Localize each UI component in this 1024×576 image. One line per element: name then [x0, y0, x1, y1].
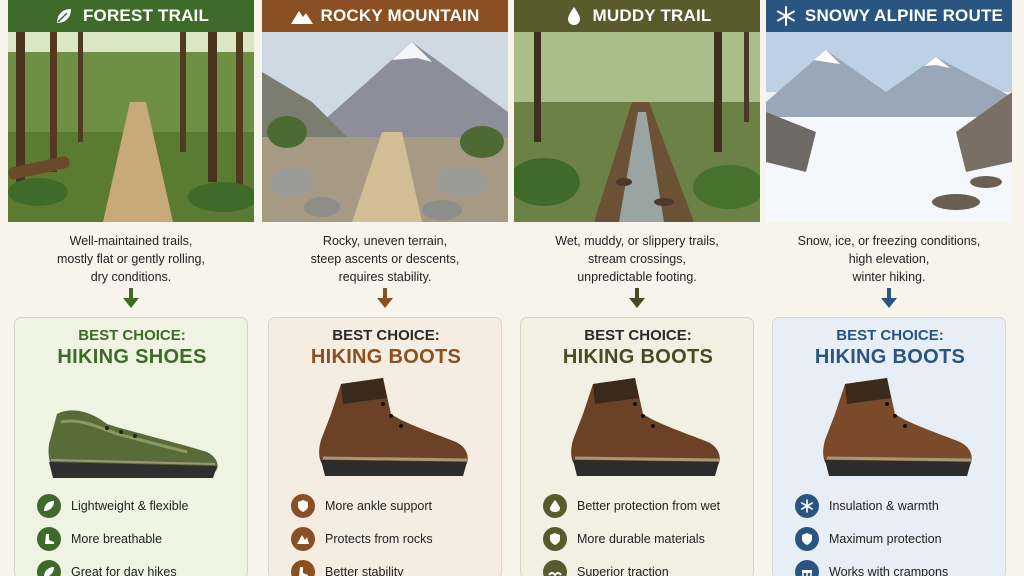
column-forest-trail: FOREST TRAIL Well-maintained trails, mos…: [8, 0, 254, 576]
recommendation-card: BEST CHOICE: HIKING BOOTS More ankle sup…: [268, 317, 502, 576]
description-line: steep ascents or descents,: [310, 252, 460, 266]
snowflake-icon: [795, 494, 819, 518]
feature-item: More durable materials: [543, 527, 705, 551]
description-line: Well-maintained trails,: [69, 234, 193, 248]
boot-icon: [291, 560, 315, 576]
best-choice-label: BEST CHOICE:: [584, 327, 692, 344]
feature-item: Better protection from wet: [543, 494, 720, 518]
forest-trail-photo: [8, 32, 254, 222]
column-rocky-mountain: ROCKY MOUNTAIN Rocky, uneven terrain, st…: [262, 0, 508, 576]
description-line: unpredictable footing.: [577, 270, 697, 284]
muddy-trail-photo: [514, 32, 760, 222]
feature-item: Insulation & warmth: [795, 494, 939, 518]
feature-item: Lightweight & flexible: [37, 494, 188, 518]
feature-label: Better stability: [325, 565, 404, 576]
feature-label: Works with crampons: [829, 565, 949, 576]
traction-icon: [543, 560, 567, 576]
column-muddy-trail: MUDDY TRAIL Wet, muddy, or slippery trai…: [514, 0, 760, 576]
feature-label: More breathable: [71, 532, 163, 546]
feature-item: More breathable: [37, 527, 162, 551]
hiking-boot-image: [319, 378, 468, 476]
feature-item: Better stability: [291, 560, 404, 576]
column-title: FOREST TRAIL: [82, 6, 210, 25]
recommended-footwear: HIKING BOOTS: [562, 346, 714, 368]
description-line: stream crossings,: [588, 252, 686, 266]
recommended-footwear: HIKING SHOES: [57, 346, 207, 368]
header-forest-trail: FOREST TRAIL: [8, 0, 254, 32]
crampon-icon: [795, 560, 819, 576]
feature-item: Great for day hikes: [37, 560, 177, 576]
feature-item: Protects from rocks: [291, 527, 433, 551]
best-choice-label: BEST CHOICE:: [332, 327, 440, 344]
description-line: requires stability.: [338, 270, 432, 284]
feature-label: Maximum protection: [829, 532, 942, 546]
leaf-icon: [37, 560, 61, 576]
snowy-alpine-photo: [766, 32, 1012, 222]
arrow-down-icon: [123, 288, 139, 308]
snowflake-icon: [775, 5, 797, 27]
column-title: ROCKY MOUNTAIN: [320, 6, 480, 25]
recommended-footwear: HIKING BOOTS: [310, 346, 462, 368]
feature-label: Protects from rocks: [325, 532, 433, 546]
hiking-boot-image: [823, 378, 972, 476]
shield-icon: [543, 527, 567, 551]
best-choice-label: BEST CHOICE:: [836, 327, 944, 344]
feature-item: Superior traction: [543, 560, 669, 576]
description-line: Rocky, uneven terrain,: [322, 234, 448, 248]
arrow-down-icon: [377, 288, 393, 308]
description-line: dry conditions.: [90, 270, 172, 284]
leaf-icon: [53, 5, 75, 27]
hiking-boot-image: [571, 378, 720, 476]
terrain-description: Snow, ice, or freezing conditions, high …: [766, 232, 1012, 286]
header-muddy-trail: MUDDY TRAIL: [514, 0, 760, 32]
feature-item: More ankle support: [291, 494, 432, 518]
arrow-down-icon: [881, 288, 897, 308]
description-line: mostly flat or gently rolling,: [57, 252, 205, 266]
terrain-description: Well-maintained trails, mostly flat or g…: [8, 232, 254, 286]
column-snowy-alpine-route: SNOWY ALPINE ROUTE Snow, ice, or freezin…: [766, 0, 1012, 576]
hiking-shoe-image: [48, 410, 218, 478]
feature-item: Works with crampons: [795, 560, 948, 576]
terrain-description: Rocky, uneven terrain, steep ascents or …: [262, 232, 508, 286]
header-snowy-alpine-route: SNOWY ALPINE ROUTE: [766, 0, 1012, 32]
feature-item: Maximum protection: [795, 527, 942, 551]
recommendation-card: BEST CHOICE: HIKING BOOTS Insulation & w…: [772, 317, 1006, 576]
terrain-description: Wet, muddy, or slippery trails, stream c…: [514, 232, 760, 286]
feature-label: Insulation & warmth: [829, 499, 939, 513]
feather-icon: [37, 494, 61, 518]
boot-breathable-icon: [37, 527, 61, 551]
feature-label: Great for day hikes: [71, 565, 177, 576]
droplet-icon: [563, 5, 585, 27]
feature-label: More ankle support: [325, 499, 433, 513]
recommendation-card: BEST CHOICE: HIKING SHOES Lightweight & …: [14, 317, 248, 576]
description-line: winter hiking.: [852, 270, 926, 284]
shield-icon: [795, 527, 819, 551]
shield-icon: [291, 494, 315, 518]
description-line: Snow, ice, or freezing conditions,: [797, 234, 981, 248]
droplet-icon: [543, 494, 567, 518]
mountain-icon: [291, 527, 315, 551]
column-title: SNOWY ALPINE ROUTE: [804, 6, 1004, 25]
column-title: MUDDY TRAIL: [592, 6, 712, 25]
arrow-down-icon: [629, 288, 645, 308]
feature-label: Superior traction: [577, 565, 669, 576]
feature-label: More durable materials: [577, 532, 705, 546]
description-line: high elevation,: [848, 252, 930, 266]
description-line: Wet, muddy, or slippery trails,: [555, 234, 719, 248]
best-choice-label: BEST CHOICE:: [78, 327, 186, 344]
recommendation-card: BEST CHOICE: HIKING BOOTS Better protect…: [520, 317, 754, 576]
header-rocky-mountain: ROCKY MOUNTAIN: [262, 0, 508, 32]
infographic: FOREST TRAIL Well-maintained trails, mos…: [0, 0, 1024, 576]
mountain-icon: [290, 5, 313, 27]
rocky-mountain-photo: [262, 32, 508, 222]
feature-label: Better protection from wet: [577, 499, 721, 513]
feature-label: Lightweight & flexible: [71, 499, 189, 513]
recommended-footwear: HIKING BOOTS: [814, 346, 966, 368]
